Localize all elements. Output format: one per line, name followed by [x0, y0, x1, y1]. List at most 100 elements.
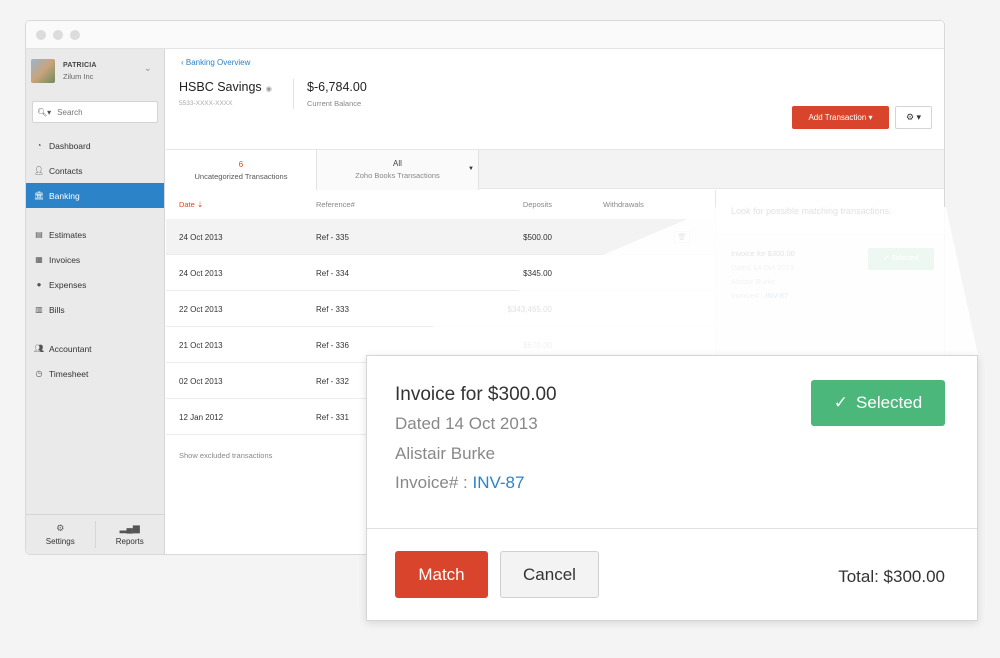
show-excluded-link[interactable]: Show excluded transactions [179, 451, 272, 460]
cell-deposit: $500.00 [523, 233, 552, 242]
breadcrumb-link[interactable]: Banking Overview [186, 58, 250, 67]
sidebar-item-bills[interactable]: ▥ Bills [26, 297, 164, 322]
total-amount: Total: $300.00 [838, 567, 945, 586]
column-deposits[interactable]: Deposits [523, 200, 552, 209]
selected-button[interactable]: ✓ Selected [811, 380, 945, 426]
expense-icon: ● [36, 280, 42, 289]
account-name: HSBC Savings ◉ [179, 80, 272, 94]
chevron-down-icon[interactable]: ⌄ [144, 63, 152, 74]
match-candidate[interactable]: Invoice for $300.00 Dated 14 Oct 2013 Al… [716, 235, 944, 315]
add-transaction-button[interactable]: Add Transaction ▾ [792, 106, 889, 129]
cell-reference: Ref - 332 [316, 377, 349, 386]
cell-date: 22 Oct 2013 [179, 305, 223, 314]
bar-chart-icon: ▂▄▆ [119, 523, 140, 533]
cell-deposit: $345.00 [523, 269, 552, 278]
org-switcher[interactable]: PATRICIA Zilum Inc ⌄ [26, 49, 164, 93]
sidebar-item-dashboard[interactable]: ◔ Dashboard [26, 133, 164, 158]
selected-badge[interactable]: ✓ Selected [868, 248, 934, 270]
cell-reference: Ref - 336 [316, 341, 349, 350]
sidebar-footer: ⚙ Settings ▂▄▆ Reports [26, 514, 164, 554]
column-date[interactable]: Date ⇣ [179, 200, 203, 209]
sidebar-item-label: Dashboard [49, 140, 91, 151]
tab-bar: 6 Uncategorized Transactions All Zoho Bo… [166, 149, 944, 191]
sidebar-item-label: Expenses [49, 279, 87, 290]
sidebar-item-contacts[interactable]: 👤︎ Contacts [26, 158, 164, 183]
column-withdrawals[interactable]: Withdrawals [603, 200, 644, 209]
match-panel-heading: Look for possible matching transactions. [716, 190, 944, 235]
cell-date: 12 Jan 2012 [179, 413, 224, 422]
invoice-link[interactable]: INV-87 [765, 291, 788, 300]
table-row[interactable]: 24 Oct 2013 Ref - 335 $500.00 🗑︎ [166, 219, 716, 255]
settings-button[interactable]: ⚙ Settings [26, 515, 95, 554]
window-close-button[interactable] [36, 29, 46, 40]
sidebar-item-timesheet[interactable]: ◷ Timesheet [26, 361, 164, 386]
gear-icon: ⚙ [56, 523, 65, 533]
sidebar-item-expenses[interactable]: ● Expenses [26, 272, 164, 297]
sidebar-item-accountant[interactable]: 👥︎ Accountant [26, 336, 164, 361]
sidebar-item-estimates[interactable]: ▤ Estimates [26, 222, 164, 247]
search-input[interactable] [57, 107, 148, 117]
invoice-icon: ▦ [35, 255, 43, 264]
cell-deposit: $670.00 [523, 341, 552, 350]
current-balance: $-6,784.00 [307, 80, 367, 94]
search-box[interactable]: 🔍︎▾ [32, 101, 158, 123]
bill-icon: ▥ [35, 305, 43, 314]
user-icon: 👤︎ [33, 166, 45, 175]
column-reference[interactable]: Reference# [316, 200, 355, 209]
match-customer: Alistair Burke [731, 277, 776, 286]
popup-invoice: Invoice# : INV-87 [395, 473, 524, 493]
match-invoice: Invoice# : INV-87 [731, 289, 929, 303]
cell-reference: Ref - 335 [316, 233, 349, 242]
caret-down-icon[interactable]: ▼ [468, 166, 474, 172]
sidebar-item-banking[interactable]: 🏛︎ Banking [26, 183, 164, 208]
popup-dated: Dated 14 Oct 2013 [395, 414, 538, 433]
table-row[interactable]: 22 Oct 2013 Ref - 333 $343,465.00 [166, 291, 716, 327]
selected-label: Selected [856, 393, 923, 412]
popup-customer: Alistair Burke [395, 444, 496, 463]
window-minimize-button[interactable] [53, 29, 63, 40]
table-row[interactable]: 24 Oct 2013 Ref - 334 $345.00 [166, 255, 716, 291]
match-button[interactable]: Match [395, 551, 488, 598]
sidebar-item-label: Timesheet [49, 368, 89, 379]
dashboard-icon: ◔ [36, 141, 42, 150]
cell-date: 24 Oct 2013 [179, 269, 223, 278]
sidebar-item-invoices[interactable]: ▦ Invoices [26, 247, 164, 272]
match-detail-card: Invoice for $300.00 Dated 14 Oct 2013 Al… [366, 355, 978, 621]
title-bar [26, 21, 944, 49]
balance-label: Current Balance [307, 99, 362, 108]
feed-icon[interactable]: ◉ [266, 86, 272, 93]
invoice-link[interactable]: INV-87 [473, 473, 525, 492]
estimate-icon: ▤ [35, 230, 43, 239]
cancel-button[interactable]: Cancel [500, 551, 599, 598]
search-icon[interactable]: 🔍︎▾ [37, 108, 51, 117]
tab-uncategorized[interactable]: 6 Uncategorized Transactions [166, 150, 316, 191]
reports-button[interactable]: ▂▄▆ Reports [96, 515, 165, 554]
sidebar: PATRICIA Zilum Inc ⌄ 🔍︎▾ ◔ Dashboard 👤︎ Co… [26, 49, 165, 554]
tab-count: All [393, 159, 402, 168]
sidebar-item-label: Accountant [49, 343, 92, 354]
breadcrumb[interactable]: ‹ Banking Overview [181, 58, 250, 67]
avatar [31, 59, 55, 83]
sidebar-item-label: Estimates [49, 229, 87, 240]
tab-zoho-books[interactable]: All Zoho Books Transactions [316, 150, 479, 190]
sidebar-item-label: Bills [49, 304, 65, 315]
tab-count: 6 [238, 159, 244, 169]
window-maximize-button[interactable] [70, 29, 80, 40]
reports-label: Reports [115, 537, 144, 546]
sidebar-item-label: Banking [49, 190, 80, 201]
account-name-text: HSBC Savings [179, 80, 262, 94]
timesheet-icon: ◷ [35, 369, 43, 378]
cell-reference: Ref - 334 [316, 269, 349, 278]
account-number: 5533-XXXX-XXXX [179, 100, 233, 107]
trash-icon[interactable]: 🗑︎ [674, 231, 690, 243]
accountant-icon: 👥︎ [33, 344, 45, 353]
settings-dropdown-button[interactable]: ⚙ ▾ [895, 106, 932, 129]
settings-label: Settings [45, 537, 75, 546]
cell-date: 21 Oct 2013 [179, 341, 223, 350]
tab-label: Uncategorized Transactions [194, 171, 288, 181]
org-name: PATRICIA [63, 62, 97, 69]
cell-date: 02 Oct 2013 [179, 377, 223, 386]
invoice-label: Invoice# : [731, 291, 766, 300]
popup-title: Invoice for $300.00 [395, 384, 557, 405]
cell-deposit: $343,465.00 [507, 305, 553, 314]
